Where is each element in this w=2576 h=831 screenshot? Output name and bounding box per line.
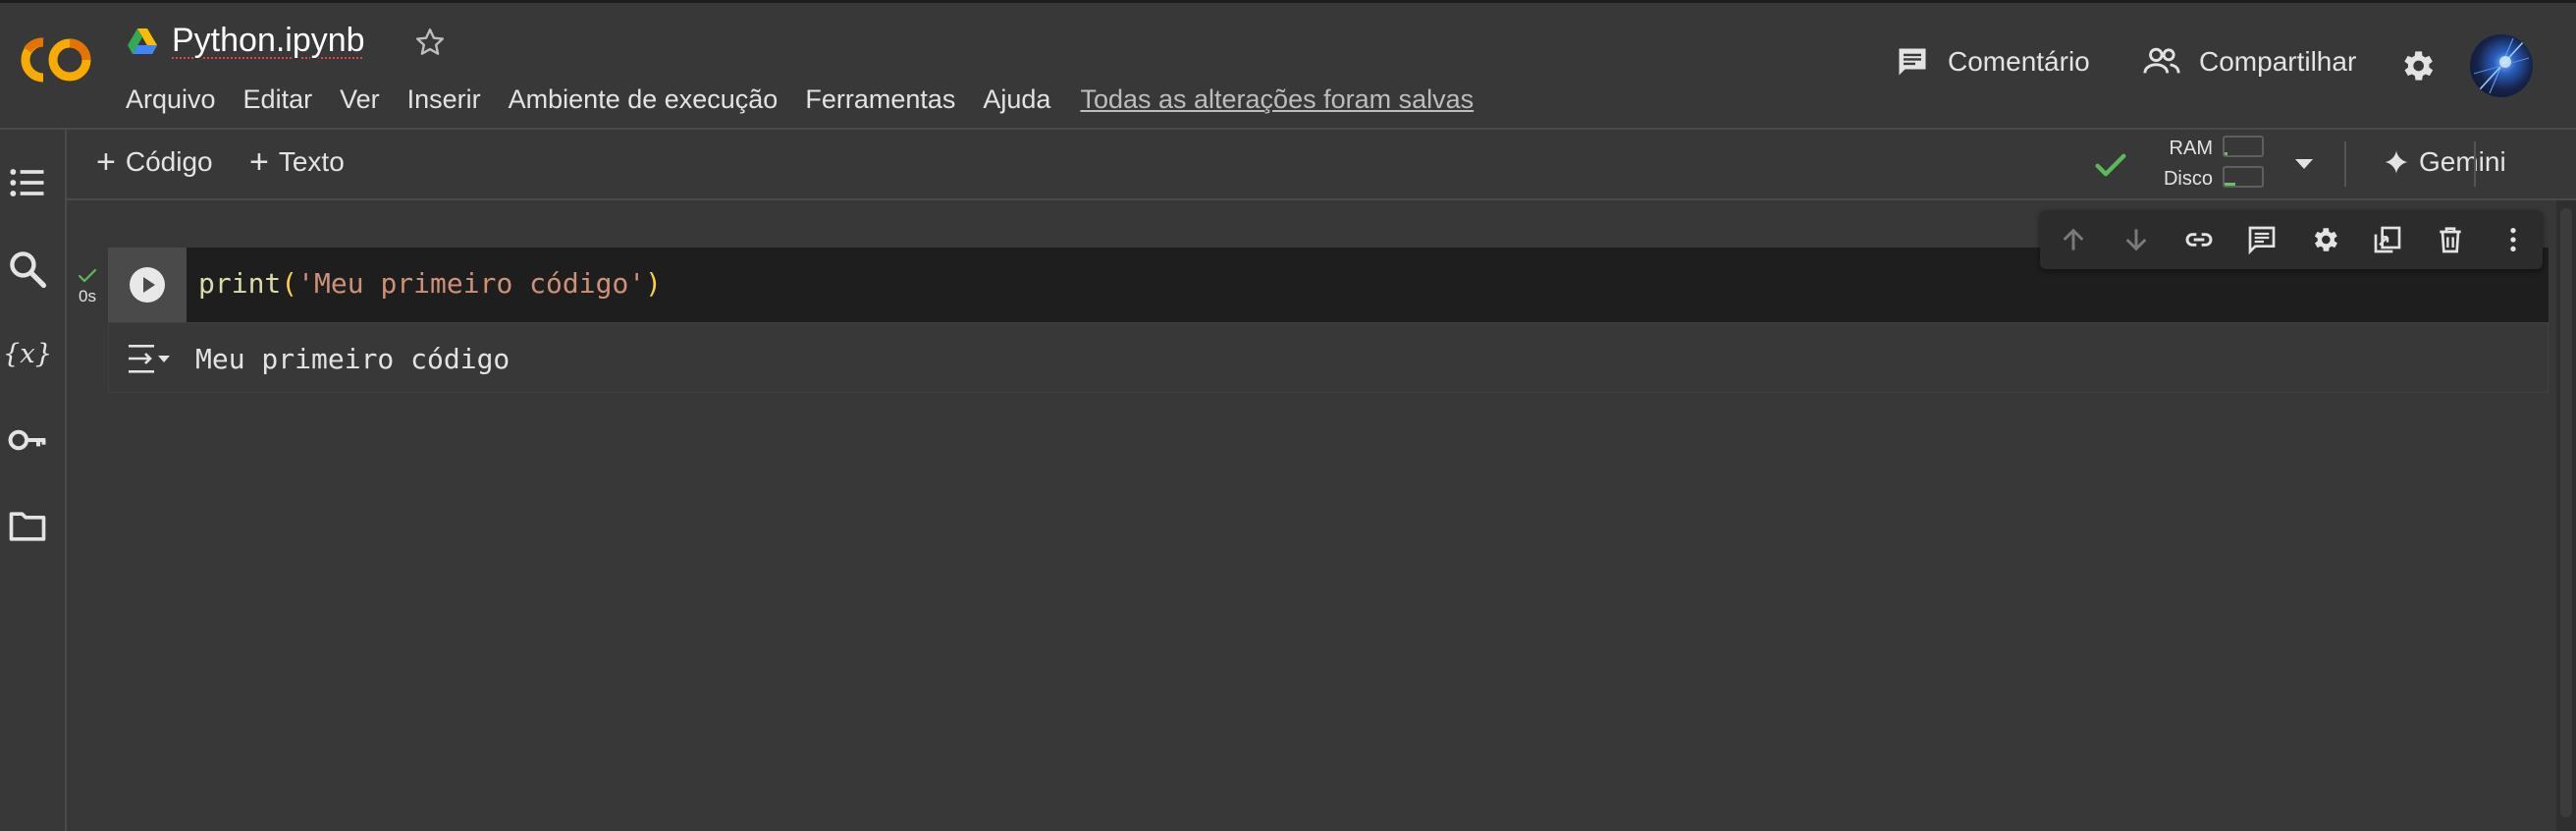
comment-icon[interactable] — [2246, 224, 2278, 255]
code-cell[interactable]: print('Meu primeiro código') Meu primeir… — [108, 248, 2549, 393]
run-gutter — [108, 248, 187, 322]
plus-icon: + — [96, 143, 116, 181]
menu-ver[interactable]: Ver — [340, 82, 380, 117]
cell-toolbar — [2040, 210, 2543, 269]
colab-logo[interactable] — [14, 34, 96, 85]
menu-bar: Arquivo Editar Ver Inserir Ambiente de e… — [126, 82, 1474, 117]
run-cell-button[interactable] — [128, 265, 167, 305]
toolbar-divider — [2344, 141, 2346, 187]
mirror-cell-icon[interactable] — [2372, 224, 2403, 255]
comment-label: Comentário — [1948, 46, 2090, 77]
code-function: print — [198, 267, 282, 300]
execution-status: 0s — [73, 267, 102, 306]
plus-icon: + — [249, 143, 269, 181]
chevron-down-icon[interactable] — [2293, 157, 2315, 171]
menu-editar[interactable]: Editar — [243, 82, 313, 117]
comment-icon — [1899, 48, 1926, 76]
avatar-image — [2473, 37, 2530, 94]
notebook-scrollbar[interactable] — [2556, 200, 2576, 831]
comment-button[interactable]: Comentário — [1895, 44, 2090, 80]
menu-ajuda[interactable]: Ajuda — [983, 82, 1050, 117]
menu-arquivo[interactable]: Arquivo — [126, 82, 216, 117]
add-text-label: Texto — [278, 146, 345, 177]
menu-inserir[interactable]: Inserir — [407, 82, 481, 117]
star-icon[interactable] — [412, 25, 448, 60]
save-status-link[interactable]: Todas as alterações foram salvas — [1080, 82, 1474, 117]
menu-ferramentas[interactable]: Ferramentas — [805, 82, 955, 117]
share-label: Compartilhar — [2199, 46, 2357, 77]
key-icon[interactable] — [6, 418, 49, 462]
folder-icon[interactable] — [6, 505, 49, 548]
code-paren-open: ( — [281, 267, 298, 300]
svg-text:{x}: {x} — [6, 338, 49, 369]
disk-usage-bar[interactable] — [2223, 166, 2264, 188]
arrow-down-icon[interactable] — [2120, 224, 2152, 255]
execution-time: 0s — [79, 287, 96, 305]
disk-label: Disco — [2163, 168, 2213, 190]
code-paren-close: ) — [645, 267, 663, 300]
arrow-up-icon[interactable] — [2058, 224, 2089, 255]
toolbar-divider — [2474, 141, 2476, 187]
avatar[interactable] — [2470, 34, 2533, 97]
connected-check-icon[interactable] — [2091, 145, 2130, 185]
notebook-title[interactable]: Python.ipynb — [172, 22, 365, 60]
header: Python.ipynb Arquivo Editar Ver Inserir … — [0, 3, 2576, 128]
output-options-icon[interactable] — [127, 341, 172, 376]
link-icon[interactable] — [2183, 224, 2215, 255]
menu-ambiente-de-execucao[interactable]: Ambiente de execução — [509, 82, 778, 117]
gemini-label: Gemini — [2419, 146, 2506, 177]
people-icon — [2143, 47, 2180, 74]
variables-icon[interactable]: {x} — [6, 332, 49, 375]
search-icon[interactable] — [6, 248, 49, 291]
cell-output: Meu primeiro código — [108, 322, 2549, 393]
google-drive-icon[interactable] — [128, 28, 157, 54]
left-rail: {x} — [0, 130, 67, 831]
share-button[interactable]: Compartilhar — [2142, 44, 2356, 80]
gear-icon[interactable] — [2397, 46, 2437, 85]
check-icon — [78, 268, 97, 283]
output-text: Meu primeiro código — [195, 343, 510, 375]
ram-usage-bar[interactable] — [2223, 136, 2264, 157]
gemini-button[interactable]: Gemini — [2384, 146, 2506, 178]
code-text[interactable]: print('Meu primeiro código') — [198, 267, 662, 300]
trash-icon[interactable] — [2435, 224, 2466, 255]
add-code-label: Código — [125, 146, 213, 177]
code-string: 'Meu primeiro código' — [297, 267, 646, 300]
add-text-button[interactable]: + Texto — [249, 143, 345, 181]
table-of-contents-icon[interactable] — [6, 161, 49, 204]
sparkle-icon — [2385, 150, 2408, 174]
ram-label: RAM — [2169, 138, 2213, 159]
notebook-toolbar: + Código + Texto RAM Disco Gemini — [67, 130, 2576, 200]
more-vert-icon[interactable] — [2497, 224, 2529, 255]
add-code-button[interactable]: + Código — [96, 143, 213, 181]
resource-labels[interactable]: RAM Disco — [2158, 134, 2213, 194]
gear-icon[interactable] — [2309, 224, 2340, 255]
scrollbar-thumb[interactable] — [2560, 208, 2572, 817]
